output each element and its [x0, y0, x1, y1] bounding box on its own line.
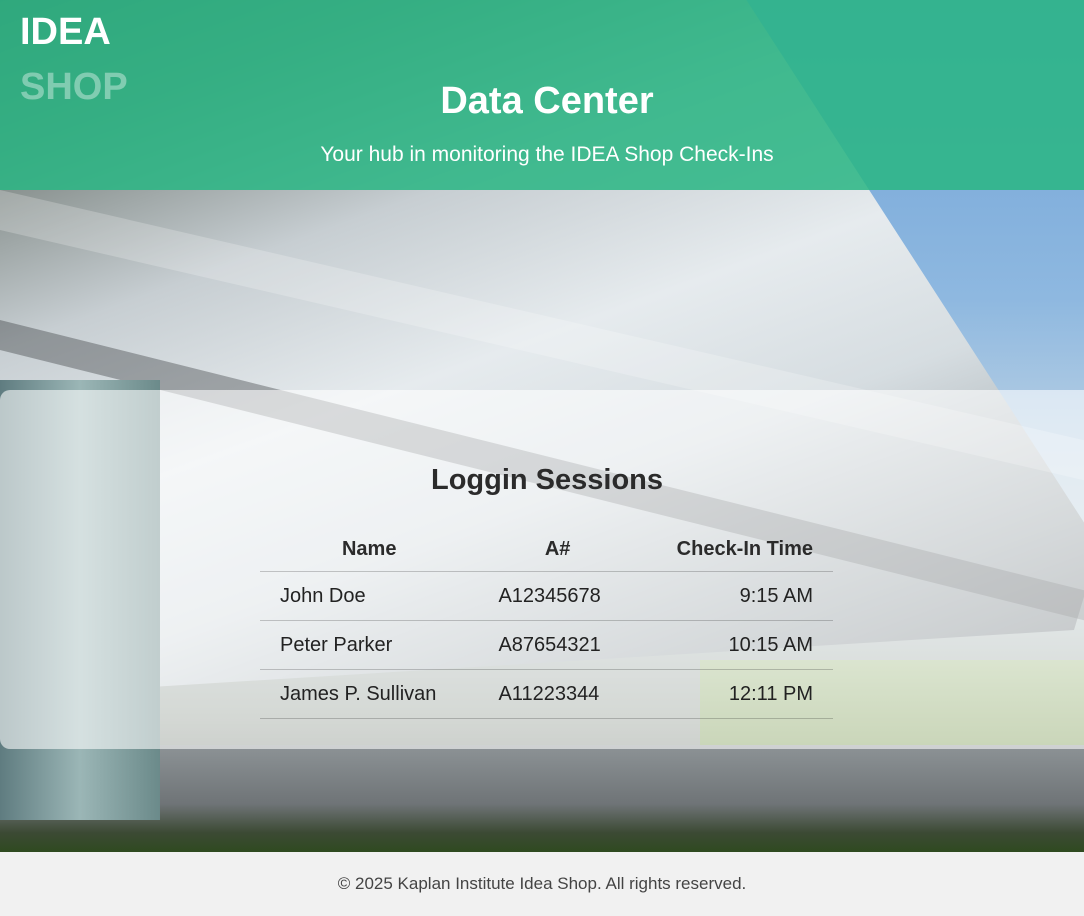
- column-header-name: Name: [260, 528, 479, 572]
- column-header-id: A#: [478, 528, 637, 572]
- column-header-checkin-time: Check-In Time: [636, 528, 833, 572]
- table-row: James P. Sullivan A11223344 12:11 PM: [260, 669, 833, 719]
- logo-idea[interactable]: IDEA: [20, 10, 111, 54]
- cell-name: James P. Sullivan: [260, 669, 479, 719]
- cell-name: John Doe: [260, 571, 479, 621]
- page-title: Data Center: [440, 80, 654, 122]
- pavement: [0, 745, 1084, 852]
- cell-checkin-time: 10:15 AM: [636, 620, 833, 670]
- cell-id: A87654321: [478, 620, 637, 670]
- cell-name: Peter Parker: [260, 620, 479, 670]
- cell-checkin-time: 9:15 AM: [636, 571, 833, 621]
- cell-id: A11223344: [478, 669, 637, 719]
- copyright-text: © 2025 Kaplan Institute Idea Shop. All r…: [337, 874, 747, 893]
- sessions-title: Loggin Sessions: [430, 464, 664, 496]
- cell-id: A12345678: [478, 571, 637, 621]
- site-footer: © 2025 Kaplan Institute Idea Shop. All r…: [0, 852, 1084, 911]
- site-header: IDEA SHOP Data Center Your hub in monito…: [0, 0, 1084, 190]
- table-row: John Doe A12345678 9:15 AM: [260, 571, 833, 621]
- sessions-table: Name A# Check-In Time John Doe A12345678…: [260, 528, 833, 719]
- table-header-row: Name A# Check-In Time: [260, 528, 833, 572]
- table-row: Peter Parker A87654321 10:15 AM: [260, 620, 833, 670]
- cell-checkin-time: 12:11 PM: [636, 669, 833, 719]
- page-subtitle: Your hub in monitoring the IDEA Shop Che…: [320, 143, 774, 166]
